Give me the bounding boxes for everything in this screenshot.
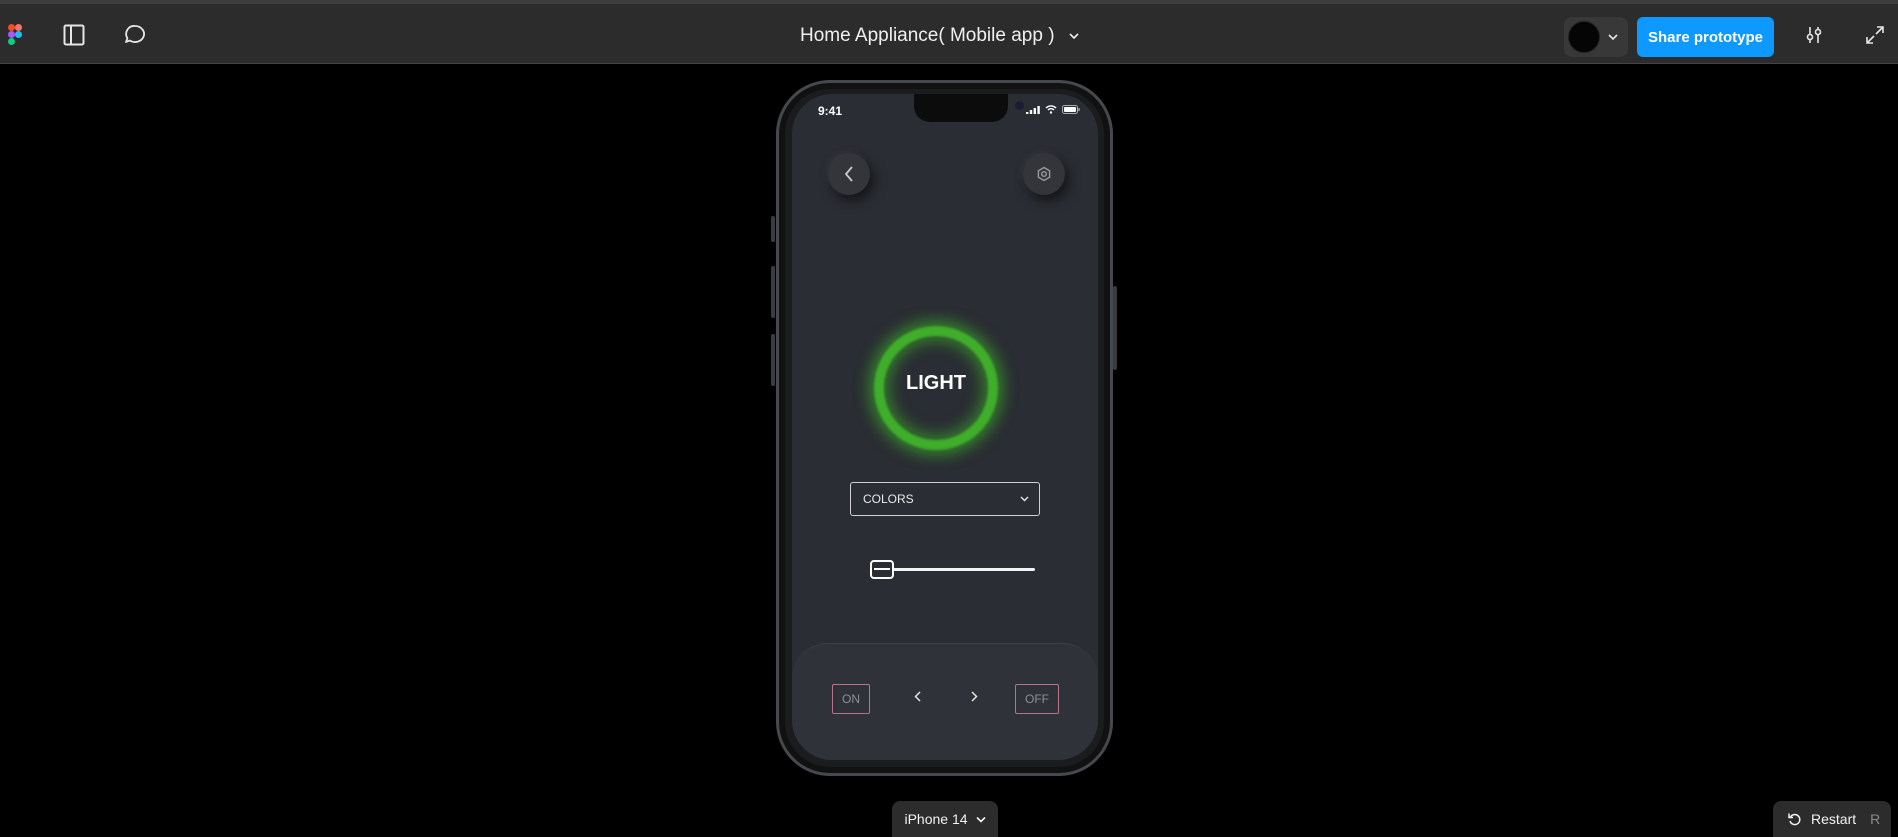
device-selector[interactable]: iPhone 14 xyxy=(892,801,998,837)
colors-dropdown-value: COLORS xyxy=(863,492,914,506)
volume-up-button xyxy=(771,266,775,318)
phone-screen: 9:41 LIGHT COLORS ON OFF xyxy=(792,94,1098,760)
gear-icon xyxy=(1037,166,1051,182)
share-prototype-button[interactable]: Share prototype xyxy=(1637,17,1774,57)
power-button xyxy=(1113,286,1117,370)
chevron-down-icon xyxy=(1068,33,1079,40)
signal-icon xyxy=(1026,105,1040,114)
file-title-menu[interactable]: Home Appliance( Mobile app ) xyxy=(800,22,1079,50)
off-button[interactable]: OFF xyxy=(1015,684,1059,714)
light-label: LIGHT xyxy=(906,372,966,394)
restart-shortcut: R xyxy=(1870,811,1881,827)
status-time: 9:41 xyxy=(818,104,843,118)
restart-button[interactable]: Restart R xyxy=(1773,801,1891,837)
prototype-settings-button[interactable] xyxy=(1799,20,1829,50)
device-label: iPhone 14 xyxy=(904,811,968,827)
user-menu[interactable] xyxy=(1564,17,1628,57)
settings-sliders-icon xyxy=(1806,27,1822,43)
settings-button[interactable] xyxy=(1023,153,1065,195)
brightness-slider-thumb[interactable] xyxy=(869,560,894,579)
colors-dropdown[interactable]: COLORS xyxy=(850,482,1040,516)
chevron-left-icon xyxy=(844,166,853,182)
back-button[interactable] xyxy=(828,153,870,195)
chevron-down-icon xyxy=(975,816,986,823)
camera xyxy=(1015,101,1024,110)
on-button[interactable]: ON xyxy=(832,684,870,714)
toolbar: Home Appliance( Mobile app ) Share proto… xyxy=(0,0,1898,64)
fullscreen-button[interactable] xyxy=(1860,20,1890,50)
expand-icon xyxy=(1866,26,1884,44)
sidebar-icon xyxy=(63,24,85,46)
chevron-down-icon xyxy=(1608,34,1618,41)
wifi-icon xyxy=(1045,105,1057,114)
avatar xyxy=(1568,21,1600,53)
restart-label: Restart xyxy=(1811,811,1857,827)
figma-logo[interactable] xyxy=(8,24,22,46)
brightness-slider-track[interactable] xyxy=(875,568,1035,571)
chevron-left-icon xyxy=(913,690,921,702)
chevron-right-icon xyxy=(970,690,978,702)
battery-icon xyxy=(1062,105,1080,114)
volume-down-button xyxy=(771,334,775,386)
comments-button[interactable] xyxy=(120,20,150,50)
restart-icon xyxy=(1788,813,1801,826)
comment-icon xyxy=(125,25,145,43)
previous-button[interactable] xyxy=(905,684,929,708)
status-icons xyxy=(1026,105,1080,114)
chevron-down-icon xyxy=(1020,496,1029,502)
control-panel: ON OFF xyxy=(792,643,1098,760)
sidebar-toggle-button[interactable] xyxy=(59,20,89,50)
mute-switch xyxy=(771,216,775,242)
next-button[interactable] xyxy=(962,684,986,708)
file-title: Home Appliance( Mobile app ) xyxy=(800,25,1055,46)
dynamic-notch xyxy=(914,94,1024,122)
